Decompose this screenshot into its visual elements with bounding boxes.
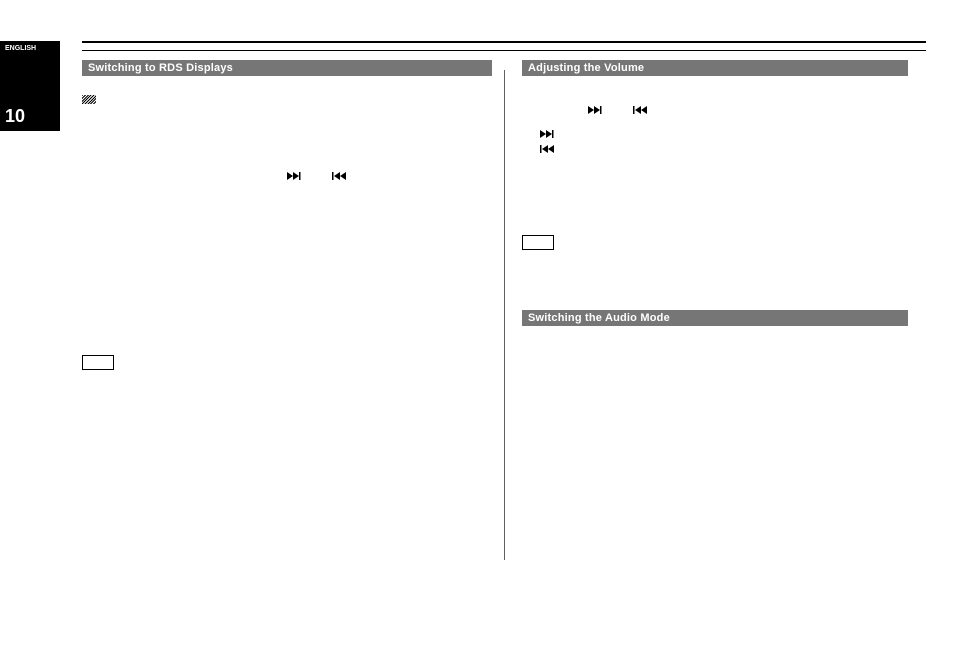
rds-body: RDS This unit is equipped with the RDS (… (82, 84, 492, 409)
rds-nothing: * If there is nothing to be received, "N… (82, 310, 492, 324)
section-title-volume: Adjusting the Volume (522, 60, 908, 76)
rds-logo: RDS (82, 94, 117, 106)
step-number: 1 (82, 137, 88, 151)
rds-btnref-a: If the MW/LW band is selected, press the… (96, 171, 283, 182)
rds-step-1: 1 Use the [BAND] button to switch to the… (82, 137, 492, 151)
vol-range: The volume level can be set within the r… (522, 163, 908, 190)
af-desc: List of alternative frequencies The freq… (82, 278, 450, 303)
left-column: Switching to RDS Displays RDS This unit … (82, 60, 504, 652)
top-rule-thick (82, 41, 926, 43)
manual-page: ENGLISH 10 Switching to RDS Displays RDS… (0, 0, 954, 672)
next-track-icon (287, 171, 305, 185)
vol-step-1: 1 Use the [MODE] button to switch to "VO… (522, 84, 908, 98)
af-label: AF: (82, 278, 99, 289)
rds-btnref-b: ] or [ (309, 171, 329, 182)
mode-fad: FAD: Front/rear speaker volume balance a… (522, 449, 908, 463)
note-label-left: HINT (82, 355, 114, 370)
pty-label: PTY: (82, 258, 104, 269)
vol-caution: Keep the volume level low enough so that… (522, 196, 908, 223)
next-track-icon (588, 105, 606, 119)
vol-step-2-tail: ] button to adjust to the optimum volume… (655, 105, 836, 116)
content-area: Switching to RDS Displays RDS This unit … (82, 60, 926, 652)
rds-step-2-text: Each time you press the [DISP] button, t… (96, 158, 488, 169)
section-title-rds: Switching to RDS Displays (82, 60, 492, 76)
vol-step-2: 2 Press the [ ] or [ ] button to adjust … (522, 104, 908, 158)
mode-tre: TRE: Treble volume adjusting mode (522, 429, 908, 443)
note-text-left: If you press the [DISP] button for 1 sec… (82, 374, 492, 409)
audiomode-body: 1 Each time you press the [MODE] button,… (522, 334, 908, 502)
vol-step-2-press: Press the [ (536, 105, 584, 116)
mode-vol: VOL: Volume adjusting mode (522, 390, 908, 404)
audiomode-seq: VOL → BAS → TRE → FAD → BAL → LD → VOL (… (536, 362, 805, 373)
mode-bas: BAS: Bass volume adjusting mode (522, 410, 908, 424)
step-number: 2 (522, 104, 528, 118)
side-tab-lang: ENGLISH (5, 45, 55, 54)
step-number: 1 (522, 334, 528, 348)
section-title-audiomode: Switching the Audio Mode (522, 310, 908, 326)
side-tab: ENGLISH 10 (0, 41, 60, 131)
audiomode-step-1-text: Each time you press the [MODE] button, t… (536, 335, 907, 360)
prev-track-icon (540, 144, 558, 158)
pty-desc: Programme type The type of programme of … (107, 258, 487, 269)
audiomode-step-1: 1 Each time you press the [MODE] button,… (522, 334, 908, 375)
top-rule-thin (82, 50, 926, 51)
rds-not-rds: * If the station currently received is n… (82, 329, 492, 343)
side-tab-page: 10 (5, 105, 55, 128)
rds-step-2: 2 Each time you press the [DISP] button,… (82, 157, 492, 222)
note-text-right-a: If you switch the audio mode ("VOL" → "B… (522, 254, 908, 289)
right-column: Adjusting the Volume 1 Use the [MODE] bu… (504, 60, 926, 652)
ps-label: PS: (82, 239, 99, 250)
vol-fwd-desc: ] button: Increases the volume. (559, 129, 696, 140)
volume-body: 1 Use the [MODE] button to switch to "VO… (522, 84, 908, 290)
prev-track-icon (332, 171, 350, 185)
rds-seq: PS → PTY → AF → PS… (96, 209, 211, 220)
step-number: 1 (522, 84, 528, 98)
vol-step-1-text: Use the [MODE] button to switch to "VOL"… (536, 85, 846, 96)
rds-intro: This unit is equipped with the RDS (Radi… (82, 118, 492, 132)
rds-step-1-text: Use the [BAND] button to switch to the F… (96, 138, 312, 149)
next-track-icon (540, 129, 558, 143)
vol-rev-desc: ] button: Decreases the volume. (559, 144, 700, 155)
ps-desc: Programme service name The name of the s… (101, 239, 463, 250)
rds-logo-text: RDS (97, 95, 117, 105)
vol-step-2-or: ] or [ (609, 105, 629, 116)
prev-track-icon (633, 105, 651, 119)
step-number: 2 (82, 157, 88, 171)
mode-ld: LD : Loudness setting mode (522, 488, 908, 502)
note-label-right-a: HINT (522, 235, 554, 250)
mode-bal: BAL: Left/right speaker volume balance a… (522, 468, 908, 482)
